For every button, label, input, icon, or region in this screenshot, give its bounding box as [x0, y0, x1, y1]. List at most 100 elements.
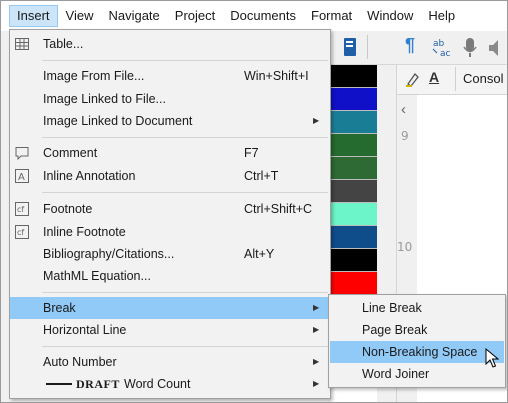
menu-item-shortcut: Ctrl+T: [244, 169, 279, 183]
toolbar-divider: [455, 67, 456, 91]
submenu-arrow-icon: ▶: [313, 325, 320, 334]
mouse-cursor-icon: [485, 348, 499, 368]
svg-text:ac: ac: [440, 49, 451, 59]
menu-item-shortcut: Ctrl+Shift+C: [244, 202, 313, 216]
menu-item-footnote[interactable]: cf Footnote Ctrl+Shift+C: [10, 198, 330, 220]
menu-item-label: Footnote: [43, 202, 93, 216]
menu-item-label: Image From File...: [43, 69, 145, 83]
break-submenu: Line Break Page Break Non-Breaking Space…: [328, 294, 506, 388]
footnote-icon: cf: [15, 202, 29, 216]
menu-item-shortcut: Alt+Y: [244, 247, 275, 261]
color-swatch[interactable]: [331, 88, 377, 111]
color-swatch[interactable]: [331, 65, 377, 88]
menu-item-label: Break: [43, 301, 76, 315]
submenu-arrow-icon: ▶: [313, 116, 320, 125]
draft-badge: DRAFT: [76, 377, 120, 391]
menu-item-label: Word Joiner: [362, 367, 430, 381]
ruler-number: 9: [401, 129, 409, 143]
comment-icon: [15, 147, 29, 161]
menu-item-label: Word Count: [124, 377, 191, 391]
menu-item-label: Non-Breaking Space: [362, 345, 478, 359]
menu-project[interactable]: Project: [168, 5, 222, 27]
menu-window[interactable]: Window: [360, 5, 420, 27]
collapse-left-icon[interactable]: ‹: [401, 101, 406, 118]
menu-item-label: Inline Annotation: [43, 169, 136, 183]
insert-menu: Table... Image From File... Win+Shift+I …: [9, 29, 331, 399]
menu-item-bibliography[interactable]: Bibliography/Citations... Alt+Y: [10, 243, 330, 265]
menu-item-shortcut: F7: [244, 146, 259, 160]
style-selector[interactable]: Consol: [463, 71, 503, 86]
menu-item-word-count[interactable]: DRAFT Word Count ▶: [10, 373, 330, 395]
submenu-item-word-joiner[interactable]: Word Joiner: [330, 363, 504, 385]
speaker-icon[interactable]: [487, 37, 507, 59]
menu-item-image-linked-to-file[interactable]: Image Linked to File...: [10, 88, 330, 110]
color-swatch[interactable]: [331, 134, 377, 157]
menubar: Insert View Navigate Project Documents F…: [1, 1, 507, 31]
color-swatch[interactable]: [331, 111, 377, 134]
menu-separator: [42, 137, 328, 138]
color-swatch[interactable]: [331, 180, 377, 203]
menu-separator: [42, 292, 328, 293]
menu-navigate[interactable]: Navigate: [101, 5, 166, 27]
menu-separator: [42, 192, 328, 193]
menu-item-break[interactable]: Break ▶: [10, 297, 330, 319]
microphone-icon[interactable]: [463, 37, 477, 59]
menu-item-shortcut: Win+Shift+I: [244, 69, 309, 83]
table-icon: [15, 38, 29, 50]
menu-item-label: Image Linked to File...: [43, 92, 166, 106]
menu-item-comment[interactable]: Comment F7: [10, 142, 330, 164]
pilcrow-icon[interactable]: ¶: [405, 35, 415, 56]
text-color-icon[interactable]: A: [429, 69, 439, 85]
annotation-icon: A: [15, 169, 29, 183]
main-toolbar: ¶ ab ac: [331, 31, 507, 65]
menu-view[interactable]: View: [59, 5, 101, 27]
notebook-icon[interactable]: [343, 37, 357, 57]
menu-item-inline-annotation[interactable]: A Inline Annotation Ctrl+T: [10, 165, 330, 187]
menu-item-label: Auto Number: [43, 355, 117, 369]
menu-item-label: Line Break: [362, 301, 422, 315]
editor-toolbar: A Consol: [397, 65, 507, 95]
color-swatch[interactable]: [331, 203, 377, 226]
color-swatch[interactable]: [331, 157, 377, 180]
menu-item-label: Image Linked to Document: [43, 114, 193, 128]
color-swatch[interactable]: [331, 226, 377, 249]
menu-item-label: Bibliography/Citations...: [43, 247, 175, 261]
menu-item-inline-footnote[interactable]: cf Inline Footnote: [10, 221, 330, 243]
menu-separator: [42, 346, 328, 347]
menu-item-label: Comment: [43, 146, 98, 160]
menu-documents[interactable]: Documents: [223, 5, 303, 27]
menu-item-image-linked-to-document[interactable]: Image Linked to Document ▶: [10, 110, 330, 132]
app-window: Insert View Navigate Project Documents F…: [0, 0, 508, 403]
color-swatch[interactable]: [331, 249, 377, 272]
svg-text:A: A: [18, 172, 25, 183]
spellcheck-icon[interactable]: ab ac: [431, 37, 455, 59]
menu-insert[interactable]: Insert: [9, 5, 58, 27]
menu-item-label: MathML Equation...: [43, 269, 151, 283]
svg-text:cf: cf: [17, 228, 24, 237]
highlighter-icon[interactable]: [405, 71, 421, 87]
menu-item-auto-number[interactable]: Auto Number ▶: [10, 351, 330, 373]
menu-item-mathml-equation[interactable]: MathML Equation...: [10, 265, 330, 287]
menu-separator: [42, 60, 328, 61]
submenu-item-line-break[interactable]: Line Break: [330, 297, 504, 319]
menu-item-label: Page Break: [362, 323, 428, 337]
submenu-item-non-breaking-space[interactable]: Non-Breaking Space: [330, 341, 504, 363]
ruler-number: 10: [397, 240, 413, 254]
submenu-arrow-icon: ▶: [313, 379, 320, 388]
rule-line-icon: [46, 383, 72, 385]
svg-text:ab: ab: [433, 39, 445, 49]
menu-item-label: Table...: [43, 37, 84, 51]
submenu-item-page-break[interactable]: Page Break: [330, 319, 504, 341]
menu-item-horizontal-line[interactable]: Horizontal Line ▶: [10, 319, 330, 341]
color-swatch[interactable]: [331, 272, 377, 295]
menu-item-label: Horizontal Line: [43, 323, 127, 337]
toolbar-divider: [367, 35, 368, 59]
menu-item-image-from-file[interactable]: Image From File... Win+Shift+I: [10, 65, 330, 87]
submenu-arrow-icon: ▶: [313, 357, 320, 366]
menu-item-table[interactable]: Table...: [10, 33, 330, 55]
inline-footnote-icon: cf: [15, 225, 29, 239]
menu-help[interactable]: Help: [421, 5, 462, 27]
menu-format[interactable]: Format: [304, 5, 359, 27]
submenu-arrow-icon: ▶: [313, 303, 320, 312]
svg-text:cf: cf: [17, 205, 24, 214]
